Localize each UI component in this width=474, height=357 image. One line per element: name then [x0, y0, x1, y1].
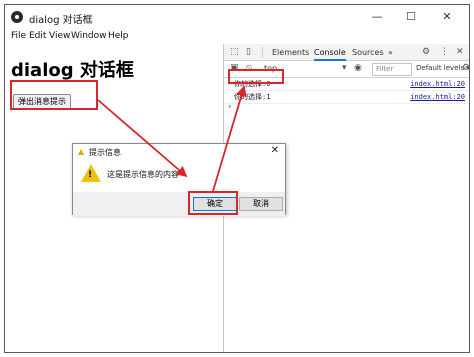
log-source-link[interactable]: index.html:20	[410, 78, 465, 91]
menu-help[interactable]: Help	[108, 31, 129, 41]
window-title: dialog 对话框	[29, 15, 93, 26]
dialog-body: ! 这是提示信息的内容	[73, 160, 285, 192]
console-log-row: 你的选择:1 index.html:20	[224, 91, 469, 104]
dialog-title: 提示信息	[89, 148, 121, 157]
divider	[262, 47, 263, 58]
dropdown-chevron-icon[interactable]: ▾	[342, 61, 347, 76]
menu-view[interactable]: View	[49, 31, 70, 41]
window-titlebar: dialog 对话框 — ☐ ✕	[5, 5, 469, 30]
log-message: 你的选择:1	[234, 93, 271, 101]
log-source-link[interactable]: index.html:20	[410, 91, 465, 104]
dialog-titlebar: ▲ 提示信息 ✕	[73, 144, 285, 160]
menu-bar: File Edit View Window Help	[5, 30, 469, 44]
device-toolbar-icon[interactable]: ▯	[246, 44, 251, 61]
warning-icon: ▲	[78, 147, 85, 156]
inspect-icon[interactable]: ⬚	[230, 44, 239, 61]
tab-console[interactable]: Console	[314, 44, 346, 61]
console-log-row: 你的选择:0 index.html:20	[224, 78, 469, 91]
exclamation-icon: !	[88, 170, 93, 180]
page-title: dialog 对话框	[11, 60, 134, 81]
maximize-icon[interactable]: ☐	[401, 8, 421, 26]
close-devtools-icon[interactable]: ✕	[456, 44, 464, 61]
menu-window[interactable]: Window	[71, 31, 107, 41]
console-toolbar: ▣ ⦸ top ▾ ◉ Filter Default levels ▾ ⚙	[224, 61, 469, 78]
dialog-message: 这是提示信息的内容	[107, 170, 179, 179]
sidebar-toggle-icon[interactable]: ▣	[230, 61, 239, 76]
filter-input[interactable]: Filter	[372, 63, 412, 76]
kebab-menu-icon[interactable]: ⋮	[440, 44, 449, 61]
ok-button[interactable]: 确定	[193, 197, 237, 211]
gear-icon[interactable]: ⚙	[422, 44, 430, 61]
alert-dialog: ▲ 提示信息 ✕ ! 这是提示信息的内容 确定 取消	[72, 143, 286, 216]
show-message-button[interactable]: 弹出消息提示	[13, 94, 71, 110]
dialog-close-icon[interactable]: ✕	[271, 145, 279, 156]
console-prompt[interactable]: ›	[228, 102, 232, 112]
clear-console-icon[interactable]: ⦸	[246, 61, 252, 76]
log-message: 你的选择:0	[234, 80, 271, 88]
console-settings-icon[interactable]: ⚙	[462, 61, 469, 76]
cancel-button[interactable]: 取消	[239, 197, 283, 211]
more-tabs-icon[interactable]: »	[388, 44, 393, 61]
eye-icon[interactable]: ◉	[354, 61, 362, 76]
devtools-tabbar: ⬚ ▯ Elements Console Sources » ⚙ ⋮ ✕	[224, 44, 469, 61]
tab-elements[interactable]: Elements	[272, 44, 309, 61]
context-select[interactable]: top	[264, 64, 277, 73]
menu-file[interactable]: File	[11, 31, 26, 41]
menu-edit[interactable]: Edit	[29, 31, 46, 41]
tab-sources[interactable]: Sources	[352, 44, 384, 61]
minimize-icon[interactable]: —	[367, 8, 387, 26]
dialog-footer: 确定 取消	[73, 192, 285, 216]
close-icon[interactable]: ✕	[437, 8, 457, 26]
app-icon	[11, 11, 23, 23]
